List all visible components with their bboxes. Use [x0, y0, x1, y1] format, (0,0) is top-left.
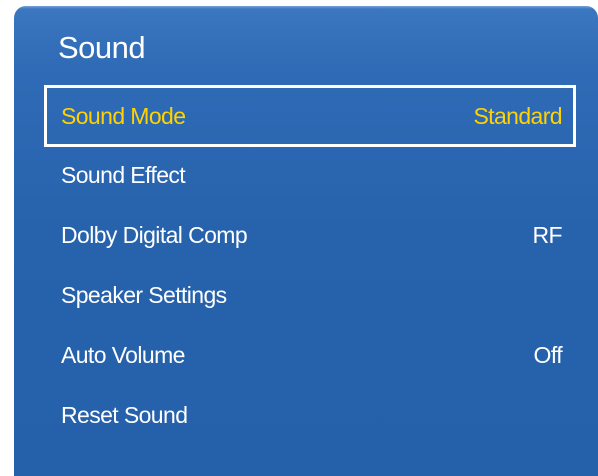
- sound-menu-panel: Sound Sound Mode Standard Sound Effect D…: [14, 6, 598, 476]
- menu-title: Sound: [58, 30, 146, 65]
- menu-list: Sound Mode Standard Sound Effect Dolby D…: [44, 85, 576, 445]
- menu-item-label: Auto Volume: [61, 341, 185, 368]
- menu-item-auto-volume[interactable]: Auto Volume Off: [44, 325, 576, 385]
- menu-item-label: Speaker Settings: [61, 281, 227, 308]
- menu-item-label: Sound Effect: [61, 161, 186, 188]
- menu-item-dolby-digital-comp[interactable]: Dolby Digital Comp RF: [44, 205, 576, 265]
- menu-item-label: Sound Mode: [61, 102, 186, 129]
- menu-item-sound-effect[interactable]: Sound Effect: [44, 145, 576, 205]
- menu-item-label: Reset Sound: [61, 401, 188, 428]
- menu-item-reset-sound[interactable]: Reset Sound: [44, 385, 576, 445]
- menu-item-label: Dolby Digital Comp: [61, 221, 248, 248]
- menu-item-value: Off: [533, 341, 563, 368]
- menu-item-speaker-settings[interactable]: Speaker Settings: [44, 265, 576, 325]
- menu-item-value: RF: [532, 221, 563, 248]
- menu-item-sound-mode[interactable]: Sound Mode Standard: [44, 85, 576, 147]
- menu-item-value: Standard: [473, 102, 562, 129]
